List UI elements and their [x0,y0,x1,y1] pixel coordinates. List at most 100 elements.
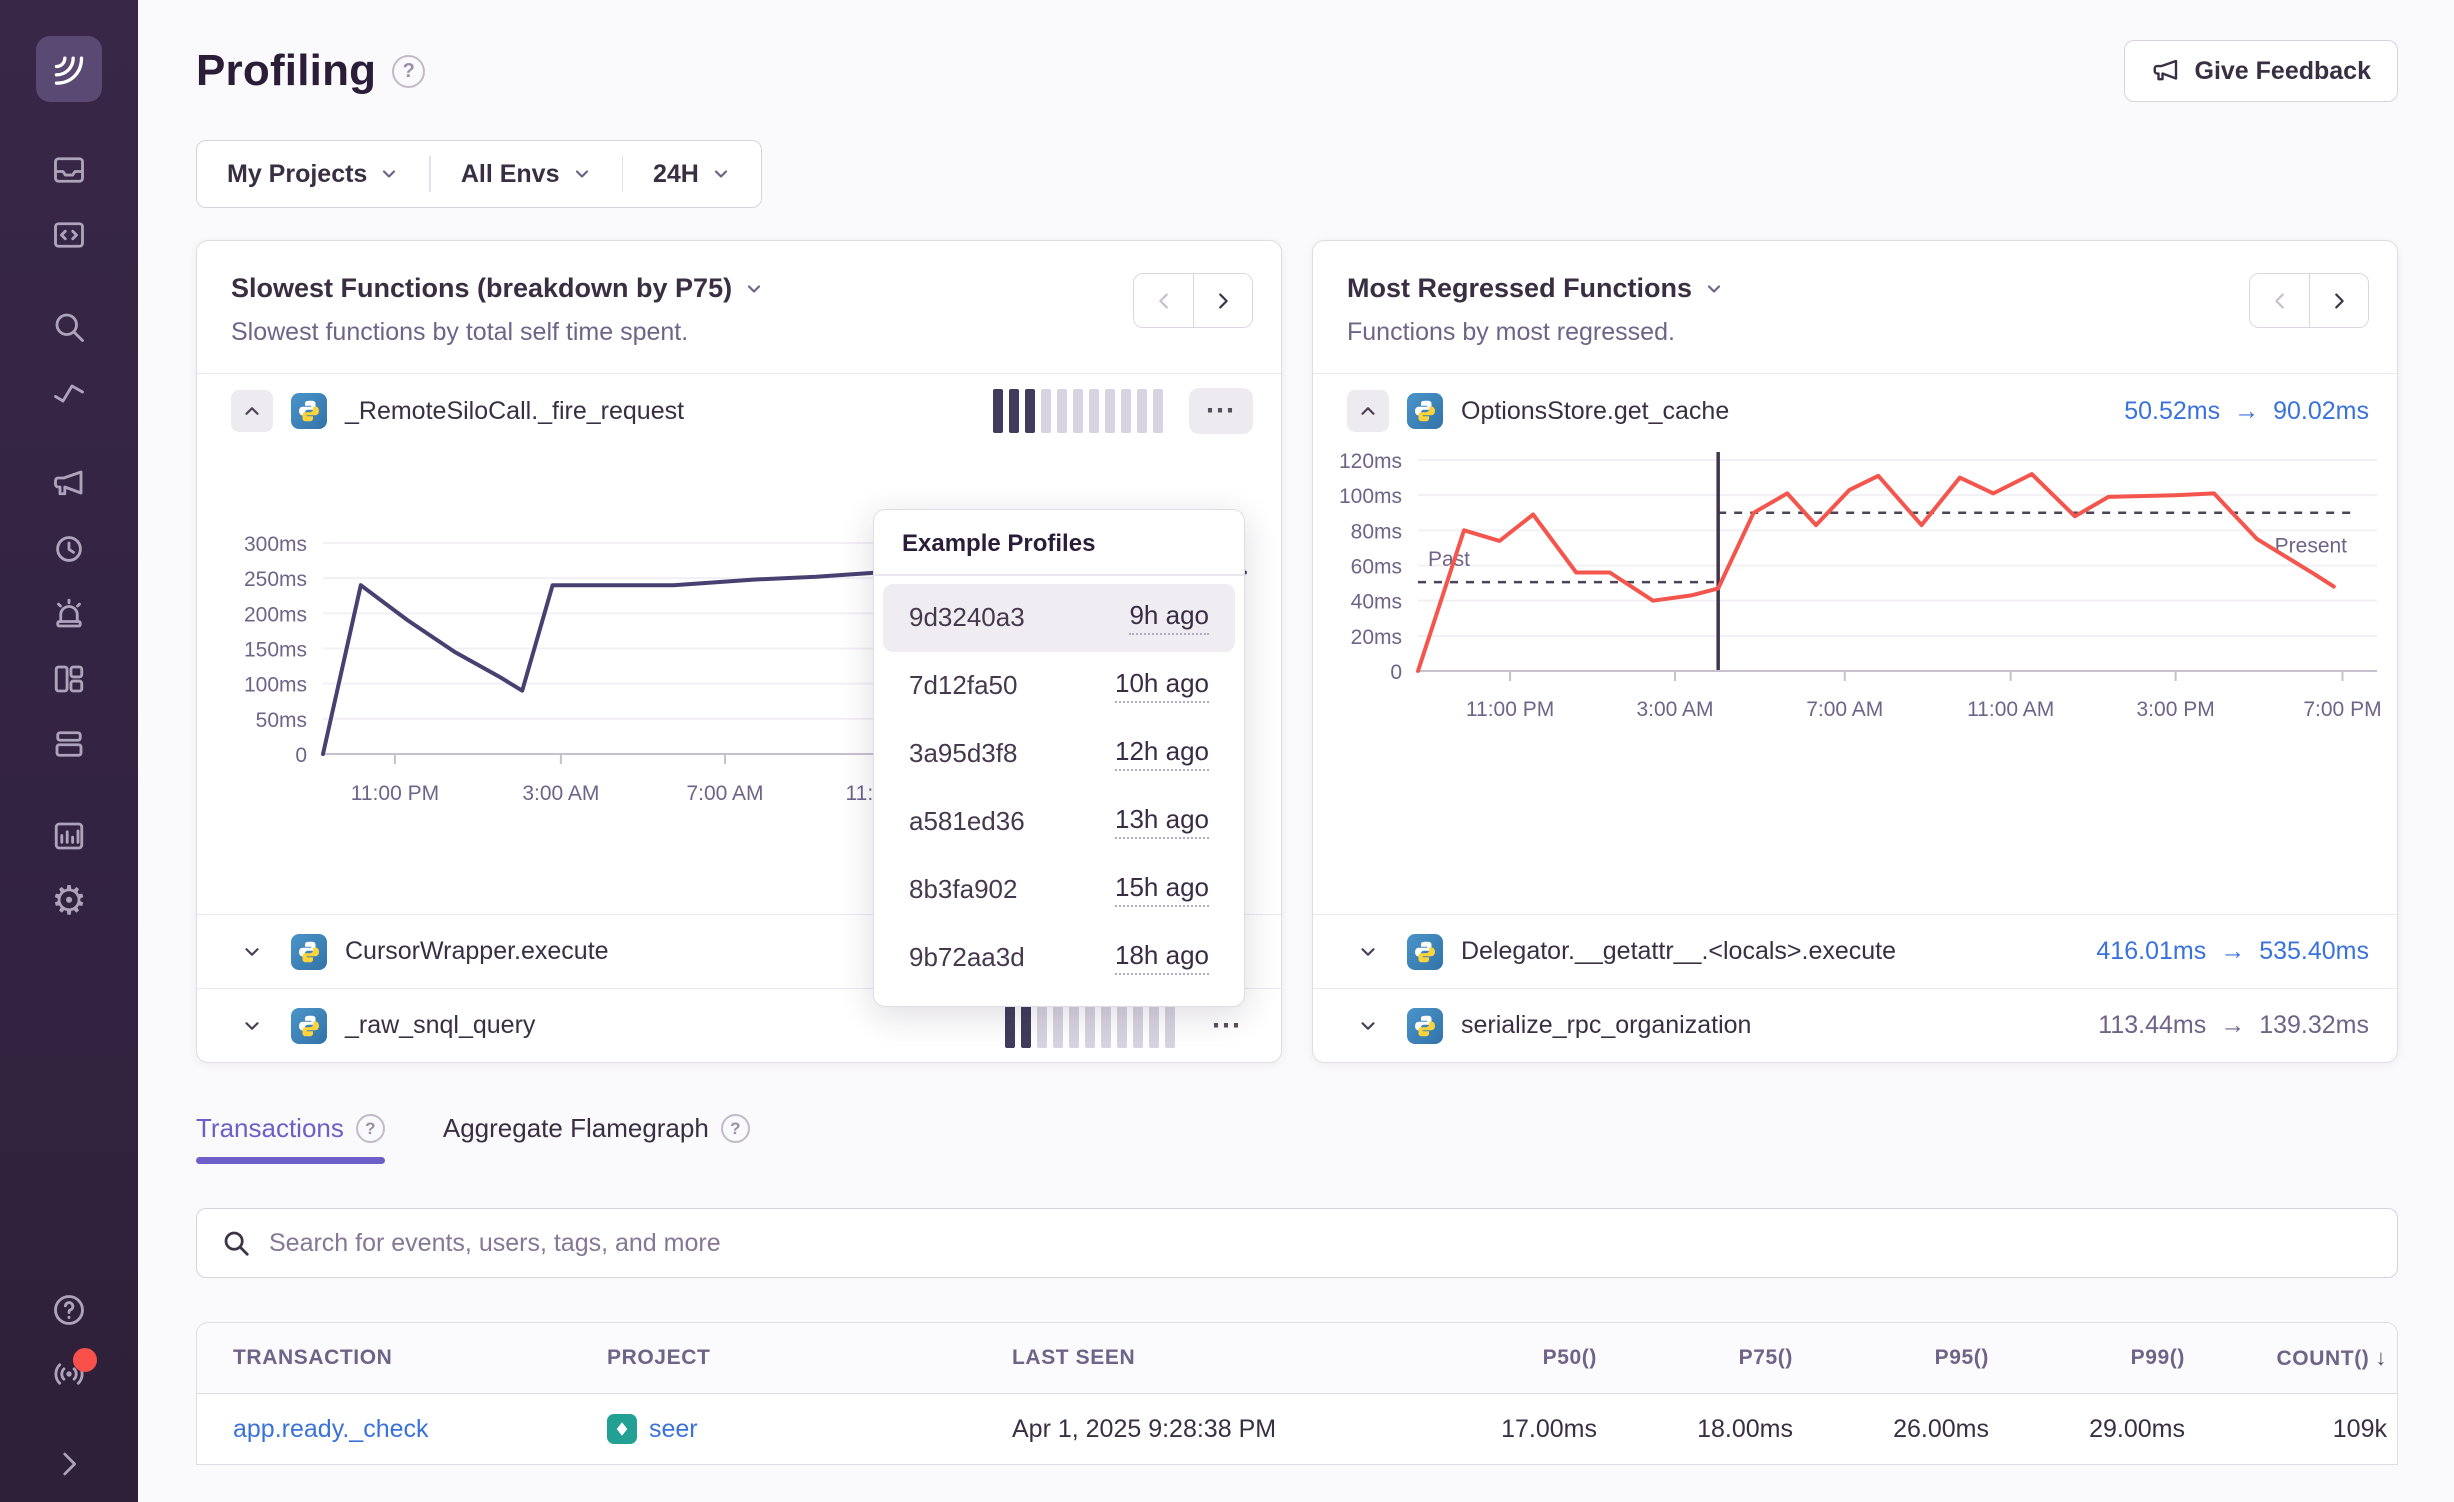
page-help-icon[interactable]: ? [392,55,425,88]
profile-bar[interactable] [993,389,1003,433]
panel-title[interactable]: Most Regressed Functions [1347,273,1692,304]
duration-before[interactable]: 113.44ms [2098,1011,2206,1040]
column-header-p99[interactable]: P99() [1999,1346,2195,1370]
function-name[interactable]: serialize_rpc_organization [1461,1011,1751,1040]
collapse-row-button[interactable] [231,390,273,432]
profile-bar[interactable] [1149,1004,1159,1048]
profile-bar[interactable] [1105,389,1115,433]
profile-bar[interactable] [1117,1004,1127,1048]
function-name[interactable]: CursorWrapper.execute [345,937,609,966]
profile-bar[interactable] [1053,1004,1063,1048]
expand-row-button[interactable] [1347,931,1389,973]
function-name[interactable]: _RemoteSiloCall._fire_request [345,397,684,426]
profile-bar[interactable] [1037,1004,1047,1048]
profile-bar[interactable] [1073,389,1083,433]
column-header-transaction[interactable]: TRANSACTION [197,1346,597,1370]
profile-item[interactable]: 3a95d3f8 12h ago [883,720,1235,788]
project-filter[interactable]: My Projects [197,141,429,207]
profile-age-link[interactable]: 9h ago [1129,600,1209,635]
help-icon[interactable] [51,1292,87,1328]
profile-bar[interactable] [1089,389,1099,433]
table-row[interactable]: app.ready._check seer Apr 1, 2025 9:28:3… [197,1394,2397,1464]
column-header-count[interactable]: COUNT()↓ [2195,1345,2397,1371]
tab-aggregate-flamegraph[interactable]: Aggregate Flamegraph ? [443,1113,750,1164]
profile-bar[interactable] [1101,1004,1111,1048]
profile-age-link[interactable]: 12h ago [1115,736,1209,771]
profile-age-link[interactable]: 10h ago [1115,668,1209,703]
profile-bar[interactable] [1021,1004,1031,1048]
more-options-button[interactable]: ⋯ [1201,1007,1253,1045]
profile-id[interactable]: a581ed36 [909,806,1025,837]
profile-item[interactable]: 7d12fa50 10h ago [883,652,1235,720]
profile-bar[interactable] [1165,1004,1175,1048]
expand-row-button[interactable] [231,1005,273,1047]
duration-after[interactable]: 139.32ms [2259,1011,2369,1040]
sidebar-item-explore[interactable] [51,217,87,253]
sidebar-item-issues[interactable] [51,152,87,188]
profile-age-link[interactable]: 15h ago [1115,872,1209,907]
profile-id[interactable]: 9d3240a3 [909,602,1025,633]
expand-row-button[interactable] [231,931,273,973]
profile-id[interactable]: 8b3fa902 [909,874,1017,905]
expand-sidebar-button[interactable] [51,1446,87,1482]
date-range-filter[interactable]: 24H [623,141,761,207]
column-header-p50[interactable]: P50() [1411,1346,1607,1370]
profile-item[interactable]: 9b72aa3d 18h ago [883,924,1235,992]
tab-help-icon[interactable]: ? [356,1114,385,1143]
sidebar-item-replays[interactable] [51,531,87,567]
prev-page-button[interactable] [2250,274,2309,327]
panel-title[interactable]: Slowest Functions (breakdown by P75) [231,273,732,304]
sidebar-item-feedback[interactable] [51,466,87,502]
profile-age-link[interactable]: 18h ago [1115,940,1209,975]
prev-page-button[interactable] [1134,274,1193,327]
regression-chart[interactable]: 020ms40ms60ms80ms100ms120msPastPresent11… [1313,448,2397,848]
tab-help-icon[interactable]: ? [721,1114,750,1143]
profile-item[interactable]: 8b3fa902 15h ago [883,856,1235,924]
column-header-last-seen[interactable]: LAST SEEN [1002,1346,1411,1370]
search-input[interactable] [269,1229,2373,1258]
column-header-p75[interactable]: P75() [1607,1346,1803,1370]
profile-id[interactable]: 9b72aa3d [909,942,1025,973]
give-feedback-button[interactable]: Give Feedback [2124,40,2398,102]
profile-bar[interactable] [1025,389,1035,433]
profile-age-link[interactable]: 13h ago [1115,804,1209,839]
sidebar-item-stats[interactable] [51,818,87,854]
sidebar-item-settings[interactable]: ⚙ [51,883,87,919]
duration-after[interactable]: 535.40ms [2259,937,2369,966]
profile-item[interactable]: a581ed36 13h ago [883,788,1235,856]
profile-bar[interactable] [1085,1004,1095,1048]
sentry-logo[interactable] [36,36,102,102]
tab-transactions[interactable]: Transactions ? [196,1113,385,1164]
column-header-project[interactable]: PROJECT [597,1346,1002,1370]
column-header-p95[interactable]: P95() [1803,1346,1999,1370]
function-name[interactable]: OptionsStore.get_cache [1461,397,1729,426]
profile-bar[interactable] [1069,1004,1079,1048]
duration-before[interactable]: 416.01ms [2096,937,2206,966]
next-page-button[interactable] [1193,274,1252,327]
profile-bar[interactable] [1153,389,1163,433]
transaction-link[interactable]: app.ready._check [233,1415,429,1443]
sidebar-item-releases[interactable] [51,726,87,762]
more-options-button[interactable]: ⋯ [1189,388,1253,434]
sidebar-item-search[interactable] [51,309,87,345]
duration-before[interactable]: 50.52ms [2124,397,2220,426]
expand-row-button[interactable] [1347,1005,1389,1047]
function-name[interactable]: Delegator.__getattr__.<locals>.execute [1461,937,1896,966]
profile-id[interactable]: 3a95d3f8 [909,738,1017,769]
profile-bar[interactable] [1121,389,1131,433]
environment-filter[interactable]: All Envs [431,141,622,207]
profile-bar[interactable] [1137,389,1147,433]
profile-bar[interactable] [1009,389,1019,433]
project-link[interactable]: seer [649,1415,698,1444]
profile-id[interactable]: 7d12fa50 [909,670,1017,701]
next-page-button[interactable] [2309,274,2368,327]
sidebar-item-dashboards[interactable] [51,661,87,697]
whats-new-icon[interactable] [51,1356,87,1392]
profile-bar[interactable] [1005,1004,1015,1048]
profile-bar[interactable] [1041,389,1051,433]
profile-bar[interactable] [1133,1004,1143,1048]
duration-after[interactable]: 90.02ms [2273,397,2369,426]
profile-bar[interactable] [1057,389,1067,433]
profile-item[interactable]: 9d3240a3 9h ago [883,584,1235,652]
sidebar-item-alerts[interactable] [51,596,87,632]
